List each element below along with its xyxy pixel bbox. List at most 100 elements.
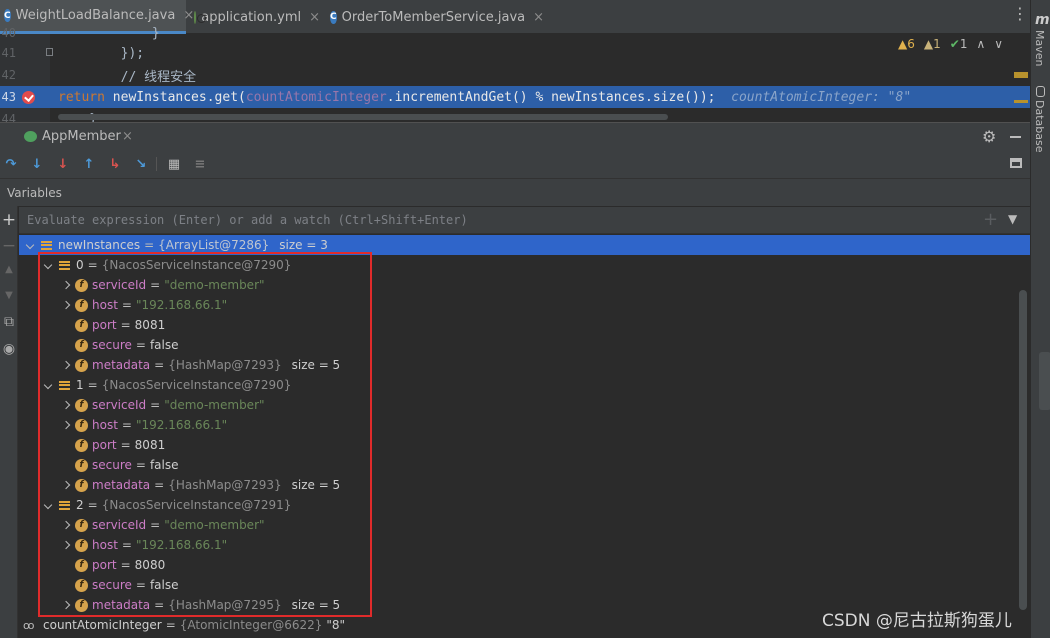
chevron-down-icon[interactable] xyxy=(41,380,55,391)
step-out-icon[interactable]: ↑ xyxy=(80,155,98,173)
gear-icon[interactable]: ⚙ xyxy=(982,127,996,146)
line-number: 40 xyxy=(1,26,16,40)
debug-session-tab[interactable]: AppMember xyxy=(42,129,121,144)
step-into-icon[interactable]: ↓ xyxy=(28,155,46,173)
error-stripe-mark[interactable] xyxy=(1014,72,1028,78)
chevron-down-icon[interactable]: ∨ xyxy=(994,37,1003,51)
field-row-metadata[interactable]: f metadata = {HashMap@7293} size = 5 xyxy=(19,355,1030,375)
copy-icon[interactable]: ⧉ xyxy=(0,314,18,330)
evaluate-icon[interactable]: ▦ xyxy=(165,155,183,173)
database-tool-button[interactable]: Database xyxy=(1033,100,1046,153)
field-name: metadata xyxy=(92,598,151,612)
code-part: .incrementAndGet() % newInstances.size()… xyxy=(386,89,716,105)
drop-frame-icon[interactable]: ↳ xyxy=(106,155,124,173)
code-editor[interactable]: 40 } 41 }); 42 // 线程安全 43 return newInst… xyxy=(0,26,1030,127)
force-step-into-icon[interactable]: ↓ xyxy=(54,155,72,173)
chevron-right-icon[interactable] xyxy=(59,520,73,531)
code-comment: // 线程安全 xyxy=(58,69,197,85)
chevron-up-icon[interactable]: ∧ xyxy=(976,37,985,51)
chevron-right-icon[interactable] xyxy=(59,360,73,371)
evaluate-expression-bar[interactable]: Evaluate expression (Enter) or add a wat… xyxy=(19,207,1030,234)
equals-sign: = xyxy=(150,398,161,412)
chevron-right-icon[interactable] xyxy=(59,300,73,311)
move-down-icon[interactable]: ▼ xyxy=(0,290,18,301)
chevron-down-icon[interactable] xyxy=(41,500,55,511)
chevron-right-icon[interactable] xyxy=(59,420,73,431)
field-icon: f xyxy=(75,298,88,312)
field-name: serviceId xyxy=(92,278,147,292)
ok-count[interactable]: ✔1 xyxy=(950,37,968,51)
code-line[interactable]: 41 }); xyxy=(0,42,1030,64)
code-line[interactable]: 40 } xyxy=(0,22,1030,44)
chevron-right-icon[interactable] xyxy=(59,280,73,291)
field-row-port[interactable]: f port = 8080 xyxy=(19,555,1030,575)
variables-side-toolbar: + − ▲ ▼ ⧉ ◉ xyxy=(0,206,18,638)
field-row-metadata[interactable]: f metadata = {HashMap@7293} size = 5 xyxy=(19,475,1030,495)
remove-watch-icon[interactable]: − xyxy=(0,236,18,256)
trace-icon[interactable]: ≡ xyxy=(191,155,209,173)
variables-tree[interactable]: newInstances = {ArrayList@7286} size = 3… xyxy=(19,235,1030,638)
step-over-icon[interactable]: ↷ xyxy=(2,155,20,173)
instance-row-2[interactable]: 2 = {NacosServiceInstance@7291} xyxy=(19,495,1030,515)
chevron-down-icon[interactable] xyxy=(41,260,55,271)
field-row-secure[interactable]: f secure = false xyxy=(19,455,1030,475)
more-tabs-icon[interactable]: ⋮ xyxy=(1012,6,1028,22)
variable-row-newinstances[interactable]: newInstances = {ArrayList@7286} size = 3 xyxy=(19,235,1030,255)
fold-icon[interactable] xyxy=(46,48,53,56)
chevron-down-icon[interactable] xyxy=(23,240,37,251)
field-row-secure[interactable]: f secure = false xyxy=(19,575,1030,595)
debug-toolbar: ↷ ↓ ↓ ↑ ↳ ↘ ▦ ≡ xyxy=(0,150,1030,178)
instance-row-0[interactable]: 0 = {NacosServiceInstance@7290} xyxy=(19,255,1030,275)
database-icon[interactable] xyxy=(1036,86,1045,97)
instance-row-1[interactable]: 1 = {NacosServiceInstance@7290} xyxy=(19,375,1030,395)
close-icon[interactable]: × xyxy=(122,129,133,144)
equals-sign: = xyxy=(120,318,131,332)
line-number: 41 xyxy=(1,46,16,60)
warning-count[interactable]: ▲6 xyxy=(898,37,915,51)
weak-warning-count[interactable]: ▲1 xyxy=(924,37,941,51)
run-to-cursor-icon[interactable]: ↘ xyxy=(132,155,150,173)
view-icon[interactable]: ◉ xyxy=(0,341,18,357)
chevron-right-icon[interactable] xyxy=(59,400,73,411)
field-row-serviceid[interactable]: f serviceId = "demo-member" xyxy=(19,515,1030,535)
field-row-host[interactable]: f host = "192.168.66.1" xyxy=(19,295,1030,315)
field-row-port[interactable]: f port = 8081 xyxy=(19,315,1030,335)
weak-warning-icon: ▲ xyxy=(923,37,934,51)
field-value: false xyxy=(149,338,179,352)
editor-horizontal-scrollbar[interactable] xyxy=(58,114,668,120)
add-to-watches-icon[interactable]: + xyxy=(983,209,998,230)
breakpoint-icon[interactable] xyxy=(22,91,35,104)
sidebar-scroll-handle[interactable] xyxy=(1039,352,1050,410)
field-value: 8080 xyxy=(134,558,166,572)
chevron-right-icon[interactable] xyxy=(59,600,73,611)
inspection-widget[interactable]: ▲6 ▲1 ✔1 ∧ ∨ xyxy=(898,37,1003,51)
field-row-port[interactable]: f port = 8081 xyxy=(19,435,1030,455)
field-name: port xyxy=(92,558,117,572)
add-watch-icon[interactable]: + xyxy=(0,210,18,230)
field-row-host[interactable]: f host = "192.168.66.1" xyxy=(19,535,1030,555)
field-row-secure[interactable]: f secure = false xyxy=(19,335,1030,355)
equals-sign: = xyxy=(154,478,165,492)
code-line[interactable]: 42 // 线程安全 xyxy=(0,64,1030,86)
maven-tool-button[interactable]: Maven xyxy=(1033,30,1046,66)
history-dropdown-icon[interactable]: ▼ xyxy=(1008,212,1017,226)
object-ref: {NacosServiceInstance@7290} xyxy=(101,258,292,272)
field-row-host[interactable]: f host = "192.168.66.1" xyxy=(19,415,1030,435)
equals-sign: = xyxy=(87,258,98,272)
field-row-serviceid[interactable]: f serviceId = "demo-member" xyxy=(19,275,1030,295)
layout-icon[interactable] xyxy=(1010,158,1022,168)
field-row-serviceid[interactable]: f serviceId = "demo-member" xyxy=(19,395,1030,415)
current-execution-line[interactable]: 43 return newInstances.get(countAtomicIn… xyxy=(0,86,1030,108)
variables-scrollbar[interactable] xyxy=(1019,290,1027,610)
evaluate-input[interactable]: Evaluate expression (Enter) or add a wat… xyxy=(27,213,468,227)
chevron-right-icon[interactable] xyxy=(59,540,73,551)
object-ref: {HashMap@7295} xyxy=(168,598,282,612)
field-value: "192.168.66.1" xyxy=(135,298,228,312)
field-name: secure xyxy=(92,578,132,592)
minimize-icon[interactable] xyxy=(1010,136,1021,138)
field-value: "demo-member" xyxy=(164,398,265,412)
move-up-icon[interactable]: ▲ xyxy=(0,264,18,275)
error-stripe-mark[interactable] xyxy=(1014,100,1028,103)
chevron-right-icon[interactable] xyxy=(59,480,73,491)
maven-icon[interactable]: m xyxy=(1035,12,1050,28)
